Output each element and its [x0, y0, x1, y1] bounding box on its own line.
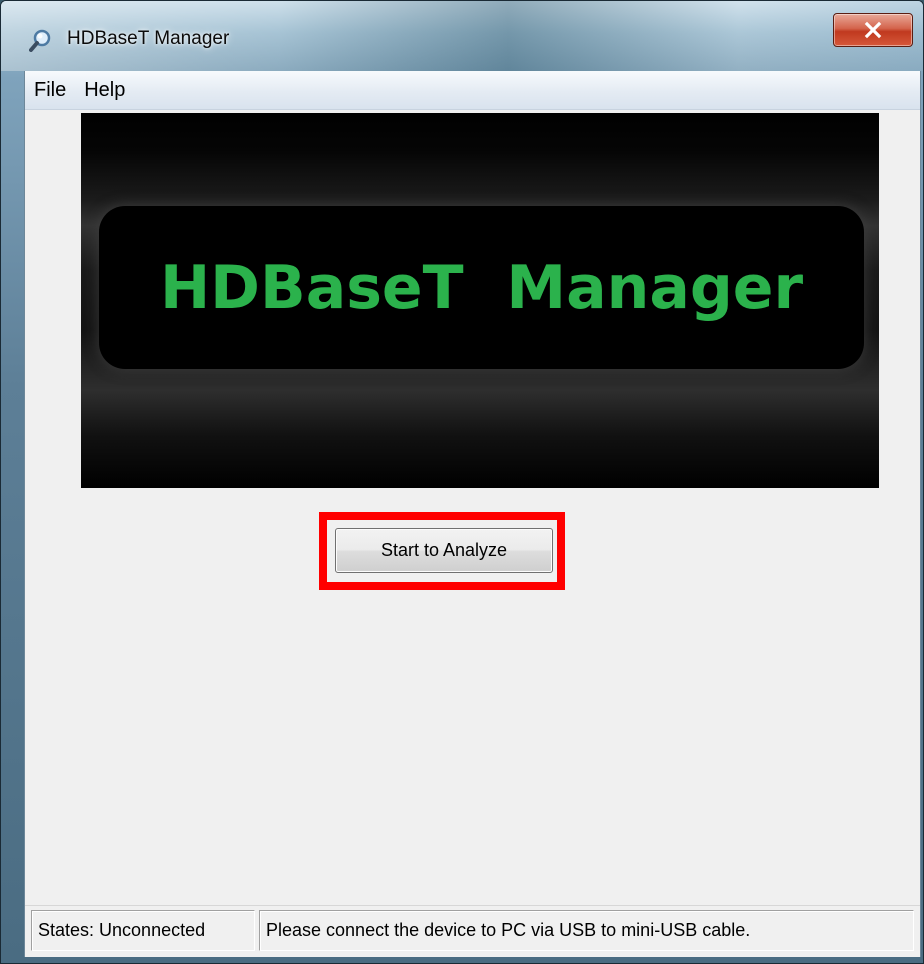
start-analyze-button[interactable]: Start to Analyze	[335, 528, 553, 573]
status-message: Please connect the device to PC via USB …	[259, 910, 914, 951]
status-state: States: Unconnected	[31, 910, 255, 951]
banner-plate: HDBaseT Manager	[99, 206, 864, 369]
magnifier-icon	[29, 28, 53, 52]
client-area: File Help HDBaseT Manager Start to Analy…	[24, 71, 921, 957]
app-window: HDBaseT Manager File Help HDBaseT Manage…	[0, 0, 924, 964]
menu-bar: File Help	[25, 71, 920, 110]
title-bar[interactable]: HDBaseT Manager	[1, 1, 923, 71]
banner-title: HDBaseT Manager	[159, 252, 804, 323]
menu-file[interactable]: File	[25, 72, 75, 108]
window-title: HDBaseT Manager	[67, 28, 230, 49]
banner-image: HDBaseT Manager	[81, 113, 879, 488]
menu-help[interactable]: Help	[75, 72, 134, 108]
close-button[interactable]	[833, 13, 913, 47]
close-icon	[862, 21, 884, 39]
status-bar: States: Unconnected Please connect the d…	[25, 905, 920, 957]
